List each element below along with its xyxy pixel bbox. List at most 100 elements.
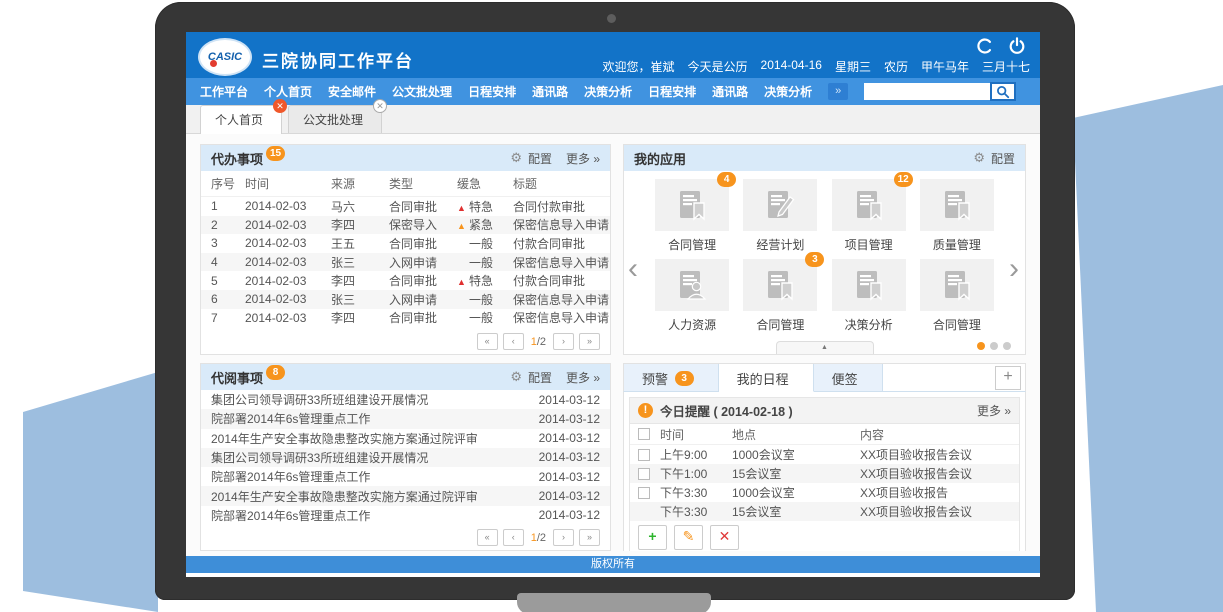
tab-label: 公文批处理 xyxy=(303,113,363,127)
todo-panel: 代办事项 15 ⚙ 配置 更多 » 序号 时间 来源 类型 缓急 xyxy=(200,144,611,355)
select-all-checkbox[interactable] xyxy=(638,428,650,440)
gear-icon[interactable]: ⚙ xyxy=(510,369,522,385)
schedule-more-button[interactable]: 更多 » xyxy=(977,402,1011,419)
doc-bookmark-icon xyxy=(939,269,975,301)
doc-bookmark-icon xyxy=(939,189,975,221)
add-schedule-button[interactable]: + xyxy=(995,366,1021,390)
close-tab-icon[interactable]: ✕ xyxy=(373,99,387,113)
gear-icon[interactable]: ⚙ xyxy=(510,150,522,166)
app-header: CASIC 三院协同工作平台 欢迎您， xyxy=(186,32,1040,78)
app-quality-mgmt[interactable]: 质量管理 xyxy=(913,179,1001,253)
col-time: 时间 xyxy=(660,426,732,443)
date-value: 2014-04-16 xyxy=(761,58,822,75)
nav-more-button[interactable]: » xyxy=(828,83,848,100)
edit-pencil-button[interactable]: ✎ xyxy=(674,525,703,550)
apps-config-button[interactable]: 配置 xyxy=(991,150,1015,167)
app-badge: 3 xyxy=(805,252,824,267)
nav-item-mail[interactable]: 安全邮件 xyxy=(328,83,376,100)
tab-notes[interactable]: 便签 xyxy=(814,364,883,391)
first-page-button[interactable]: « xyxy=(477,529,498,546)
todo-config-button[interactable]: 配置 xyxy=(528,150,552,167)
next-page-button[interactable]: › xyxy=(553,333,574,350)
list-item[interactable]: 院部署2014年6s管理重点工作2014-03-12 xyxy=(201,409,610,428)
app-contract-mgmt[interactable]: 4 合同管理 xyxy=(648,179,736,253)
read-config-button[interactable]: 配置 xyxy=(528,369,552,386)
first-page-button[interactable]: « xyxy=(477,333,498,350)
table-row[interactable]: 下午3:3015会议室XX项目验收报告会议 xyxy=(630,502,1019,521)
tab-doc-processing[interactable]: 公文批处理 ✕ xyxy=(288,105,382,133)
carousel-right-icon[interactable]: › xyxy=(1009,259,1019,279)
table-row[interactable]: 12014-02-03 马六合同审批 ▲特急 合同付款审批 xyxy=(201,197,610,216)
weekday: 星期三 xyxy=(835,58,871,75)
add-button[interactable]: + xyxy=(638,525,667,550)
table-row[interactable]: 62014-02-03 张三入网申请 ▲一般 保密信息导入申请审批 xyxy=(201,290,610,309)
nav-item-contacts[interactable]: 通讯路 xyxy=(532,83,568,100)
col-type: 类型 xyxy=(389,175,457,192)
carousel-dot[interactable] xyxy=(990,342,998,350)
list-item[interactable]: 集团公司领导调研33所班组建设开展情况2014-03-12 xyxy=(201,390,610,409)
prev-page-button[interactable]: ‹ xyxy=(503,333,524,350)
nav-item-analysis-2[interactable]: 决策分析 xyxy=(764,83,812,100)
row-checkbox[interactable] xyxy=(638,468,650,480)
nav-item-docs[interactable]: 公文批处理 xyxy=(392,83,452,100)
header-right: 欢迎您，崔斌 今天是公历 2014-04-16 星期三 农历 甲午马年 三月十七 xyxy=(603,32,1030,78)
copyright-footer: 版权所有 xyxy=(186,556,1040,573)
list-item[interactable]: 院部署2014年6s管理重点工作2014-03-12 xyxy=(201,467,610,486)
list-item[interactable]: 集团公司领导调研33所班组建设开展情况2014-03-12 xyxy=(201,448,610,467)
table-row[interactable]: 下午3:301000会议室XX项目验收报告 xyxy=(630,483,1019,502)
nav-item-home[interactable]: 个人首页 xyxy=(264,83,312,100)
tab-my-schedule[interactable]: 我的日程 xyxy=(719,364,814,392)
nav-item-workbench[interactable]: 工作平台 xyxy=(200,83,248,100)
refresh-icon[interactable] xyxy=(976,37,994,55)
table-row[interactable]: 72014-02-03 李四合同审批 ▲一般 保密信息导入申请审批 xyxy=(201,309,610,328)
list-item[interactable]: 2014年生产安全事故隐患整改实施方案通过院评审2014-03-12 xyxy=(201,429,610,448)
row-checkbox[interactable] xyxy=(638,449,650,461)
app-business-plan[interactable]: 经营计划 xyxy=(736,179,824,253)
table-row[interactable]: 42014-02-03 张三入网申请 ▲一般 保密信息导入申请审批 xyxy=(201,253,610,272)
urgency-triangle-icon: ▲ xyxy=(457,203,469,213)
doc-bookmark-icon xyxy=(674,189,710,221)
lunar-year: 甲午马年 xyxy=(921,58,969,75)
table-row[interactable]: 32014-02-03 王五合同审批 ▲一般 付款合同审批 xyxy=(201,234,610,253)
gear-icon[interactable]: ⚙ xyxy=(973,150,985,166)
search-button[interactable] xyxy=(990,82,1016,101)
nav-item-schedule-2[interactable]: 日程安排 xyxy=(648,83,696,100)
row-checkbox[interactable] xyxy=(638,487,650,499)
app-hr[interactable]: 人力资源 xyxy=(648,259,736,333)
lunar-label: 农历 xyxy=(884,58,908,75)
delete-button[interactable]: ✕ xyxy=(710,525,739,550)
todo-pagination: « ‹ 1/2 › » xyxy=(201,329,610,354)
app-project-mgmt[interactable]: 12 项目管理 xyxy=(825,179,913,253)
app-badge: 4 xyxy=(717,172,736,187)
close-tab-icon[interactable]: ✕ xyxy=(273,99,287,113)
app-contract-mgmt-3[interactable]: 合同管理 xyxy=(913,259,1001,333)
nav-item-contacts-2[interactable]: 通讯路 xyxy=(712,83,748,100)
list-item[interactable]: 2014年生产安全事故隐患整改实施方案通过院评审2014-03-12 xyxy=(201,486,610,505)
table-row[interactable]: 上午9:001000会议室XX项目验收报告会议 xyxy=(630,445,1019,464)
todo-more-button[interactable]: 更多 » xyxy=(566,150,600,167)
list-item[interactable]: 院部署2014年6s管理重点工作2014-03-12 xyxy=(201,506,610,525)
nav-item-schedule[interactable]: 日程安排 xyxy=(468,83,516,100)
carousel-left-icon[interactable]: ‹ xyxy=(628,259,638,279)
search-input[interactable] xyxy=(864,83,990,100)
prev-page-button[interactable]: ‹ xyxy=(503,529,524,546)
last-page-button[interactable]: » xyxy=(579,333,600,350)
apps-panel: 我的应用 ⚙ 配置 ‹ › 4 合同管理 xyxy=(623,144,1026,355)
collapse-panel-button[interactable]: ▲ xyxy=(776,341,874,354)
read-more-button[interactable]: 更多 » xyxy=(566,369,600,386)
tab-alerts[interactable]: 预警 3 xyxy=(624,364,719,391)
tab-personal-home[interactable]: 个人首页 ✕ xyxy=(200,105,282,134)
power-icon[interactable] xyxy=(1008,37,1026,55)
app-contract-mgmt-2[interactable]: 3 合同管理 xyxy=(736,259,824,333)
carousel-dot[interactable] xyxy=(1003,342,1011,350)
nav-item-analysis[interactable]: 决策分析 xyxy=(584,83,632,100)
app-decision-analysis[interactable]: 决策分析 xyxy=(825,259,913,333)
last-page-button[interactable]: » xyxy=(579,529,600,546)
todo-title: 代办事项 xyxy=(211,149,263,168)
read-title: 代阅事项 xyxy=(211,368,263,387)
carousel-dot[interactable] xyxy=(977,342,985,350)
table-row[interactable]: 52014-02-03 李四合同审批 ▲特急 付款合同审批 xyxy=(201,271,610,290)
table-row[interactable]: 下午1:0015会议室XX项目验收报告会议 xyxy=(630,464,1019,483)
table-row[interactable]: 22014-02-03 李四保密导入 ▲紧急 保密信息导入申请审批 xyxy=(201,216,610,235)
next-page-button[interactable]: › xyxy=(553,529,574,546)
